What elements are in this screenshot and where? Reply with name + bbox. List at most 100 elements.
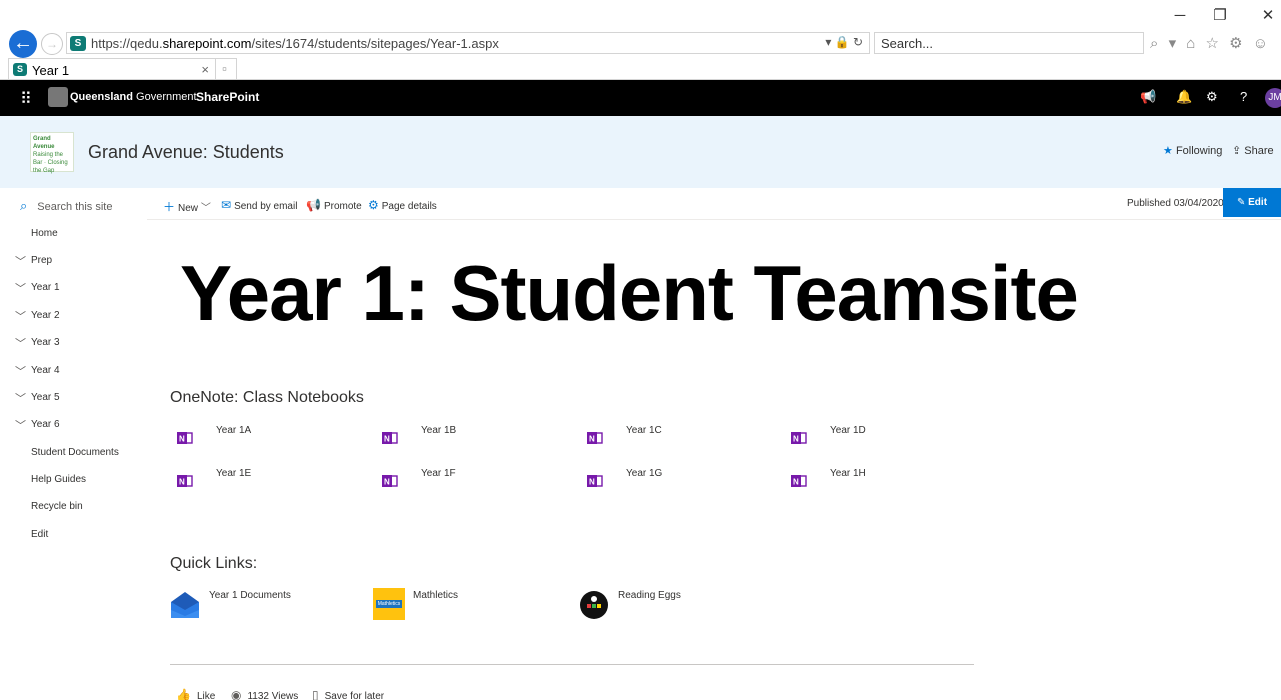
site-title[interactable]: Grand Avenue: Students	[88, 142, 284, 163]
notebook-label: Year 1G	[626, 468, 663, 479]
svg-text:N: N	[384, 435, 390, 444]
site-search-placeholder: Search this site	[37, 201, 113, 213]
nav-item-prep[interactable]: ﹀ Prep	[0, 253, 147, 271]
sharepoint-link[interactable]: SharePoint	[196, 90, 259, 104]
nav-item-year-3[interactable]: ﹀ Year 3	[0, 335, 147, 353]
nav-label: Year 3	[31, 337, 60, 348]
svg-text:N: N	[384, 478, 390, 487]
close-window-icon[interactable]: ✕	[1258, 8, 1278, 24]
quicklink-mathletics[interactable]: Mathletics Mathletics	[373, 588, 493, 622]
notebook-label: Year 1B	[421, 425, 457, 436]
notebook-label: Year 1E	[216, 468, 252, 479]
bell-icon[interactable]: 🔔	[1176, 89, 1192, 105]
megaphone-icon[interactable]: 📢	[1140, 89, 1156, 105]
quicklink-label: Mathletics	[413, 590, 459, 601]
edit-label: Edit	[1248, 197, 1268, 208]
nav-label: Home	[31, 228, 58, 239]
tab-close-icon[interactable]: ×	[201, 62, 209, 77]
plus-icon: ＋	[163, 200, 176, 214]
chevron-down-icon[interactable]: ﹀	[15, 253, 26, 269]
edit-button[interactable]: ✎ Edit	[1223, 188, 1281, 217]
onenote-notebook-icon: N	[587, 475, 603, 487]
send-label: Send by email	[234, 201, 298, 212]
url-text[interactable]: https://qedu.sharepoint.com/sites/1674/s…	[91, 36, 499, 51]
help-icon[interactable]: ?	[1240, 89, 1247, 104]
minimize-icon[interactable]: ─	[1170, 8, 1190, 24]
app-launcher-icon[interactable]: ⠿	[20, 89, 32, 109]
left-navigation: ⌕ Search this site Home ﹀ Prep ﹀ Year 1 ﹀ Ye…	[0, 188, 147, 700]
search-dropdown-icon[interactable]: ⌕ ▾	[1150, 35, 1179, 52]
like-label: Like	[196, 691, 216, 700]
address-bar-icons[interactable]: ▾ 🔒 ↻	[825, 35, 863, 49]
chevron-down-icon[interactable]: ﹀	[15, 308, 26, 324]
onenote-notebook-icon: N	[791, 432, 807, 444]
nav-item-recycle-bin[interactable]: Recycle bin	[0, 499, 147, 517]
svg-text:N: N	[179, 435, 185, 444]
like-button[interactable]: 👍 Like	[176, 688, 215, 700]
nav-item-year-2[interactable]: ﹀ Year 2	[0, 308, 147, 326]
bookmark-icon: ▯	[312, 688, 319, 700]
back-button[interactable]: ←	[9, 30, 37, 58]
eye-icon: ◉	[231, 688, 242, 700]
settings-gear-icon[interactable]: ⚙	[1206, 89, 1218, 105]
quicklink-reading-eggs[interactable]: Reading Eggs	[578, 588, 708, 622]
svg-text:N: N	[179, 478, 185, 487]
nav-item-student-documents[interactable]: Student Documents	[0, 445, 147, 463]
page-details-button[interactable]: ⚙ Page details	[368, 198, 437, 212]
chevron-down-icon[interactable]: ﹀	[15, 335, 26, 351]
nav-item-year-4[interactable]: ﹀ Year 4	[0, 363, 147, 381]
browser-tab[interactable]: S Year 1 ×	[8, 58, 216, 80]
restore-icon[interactable]: ❐	[1210, 8, 1230, 24]
home-favorites-settings-icon[interactable]: ⌂ ☆ ⚙ ☺	[1186, 35, 1271, 52]
nav-label: Edit	[31, 529, 49, 540]
svg-text:N: N	[793, 478, 799, 487]
onenote-notebook-icon: N	[587, 432, 603, 444]
org-name[interactable]: Queensland Government	[70, 91, 197, 103]
onenote-notebook-icon: N	[382, 432, 398, 444]
gear-icon: ⚙	[368, 198, 379, 212]
share-button[interactable]: ⇪ Share	[1232, 144, 1274, 157]
browser-toolbar-icons[interactable]: ⌕ ▾ ⌂ ☆ ⚙ ☺	[1150, 34, 1271, 52]
mathletics-logo-icon: Mathletics	[373, 588, 405, 620]
send-by-email-button[interactable]: ✉ Send by email	[221, 198, 297, 212]
address-bar[interactable]: S https://qedu.sharepoint.com/sites/1674…	[66, 32, 870, 54]
new-button[interactable]: ＋ New ﹀	[163, 198, 211, 215]
nav-item-edit[interactable]: Edit	[0, 527, 147, 545]
user-avatar[interactable]: JM	[1265, 88, 1281, 108]
quicklinks-section-title: Quick Links:	[170, 555, 258, 572]
new-tab-button[interactable]: ▫	[213, 58, 237, 80]
chevron-down-icon[interactable]: ﹀	[15, 390, 26, 406]
nav-label: Recycle bin	[31, 501, 83, 512]
chevron-down-icon[interactable]: ﹀	[15, 363, 26, 379]
promote-button[interactable]: 📢 Promote	[306, 198, 362, 212]
nav-label: Student Documents	[31, 447, 119, 458]
chevron-down-icon: ﹀	[200, 203, 211, 214]
nav-item-year-1[interactable]: ﹀ Year 1	[0, 280, 147, 298]
megaphone-icon: 📢	[306, 198, 321, 212]
nav-label: Year 6	[31, 419, 60, 430]
logo-text-motto: Raising the Bar · Closing the Gap	[33, 152, 68, 174]
save-for-later-button[interactable]: ▯ Save for later	[312, 688, 384, 700]
nav-label: Year 5	[31, 392, 60, 403]
views-count: ◉ 1132 Views	[231, 688, 298, 700]
quicklink-year1-documents[interactable]: Year 1 Documents	[169, 588, 319, 622]
forward-button[interactable]: →	[41, 33, 63, 55]
chevron-down-icon[interactable]: ﹀	[15, 417, 26, 433]
nav-item-help-guides[interactable]: Help Guides	[0, 472, 147, 490]
content-divider	[170, 664, 974, 665]
notebook-label: Year 1D	[830, 425, 866, 436]
browser-search-input[interactable]: Search...	[874, 32, 1144, 54]
school-logo[interactable]: Grand Avenue Raising the Bar · Closing t…	[30, 132, 74, 174]
nav-item-year-5[interactable]: ﹀ Year 5	[0, 390, 147, 408]
site-search-box[interactable]: ⌕ Search this site	[20, 198, 112, 214]
notebook-label: Year 1A	[216, 425, 252, 436]
new-label: New	[178, 203, 199, 214]
follow-button[interactable]: ★ Following	[1163, 144, 1222, 157]
nav-item-home[interactable]: Home	[0, 226, 147, 244]
chevron-down-icon[interactable]: ﹀	[15, 280, 26, 296]
reading-eggs-logo-icon	[580, 591, 608, 619]
pencil-icon: ✎	[1236, 197, 1246, 208]
nav-item-year-6[interactable]: ﹀ Year 6	[0, 417, 147, 435]
logo-text-name: Grand Avenue	[33, 136, 55, 150]
thumbs-up-icon: 👍	[176, 688, 191, 700]
